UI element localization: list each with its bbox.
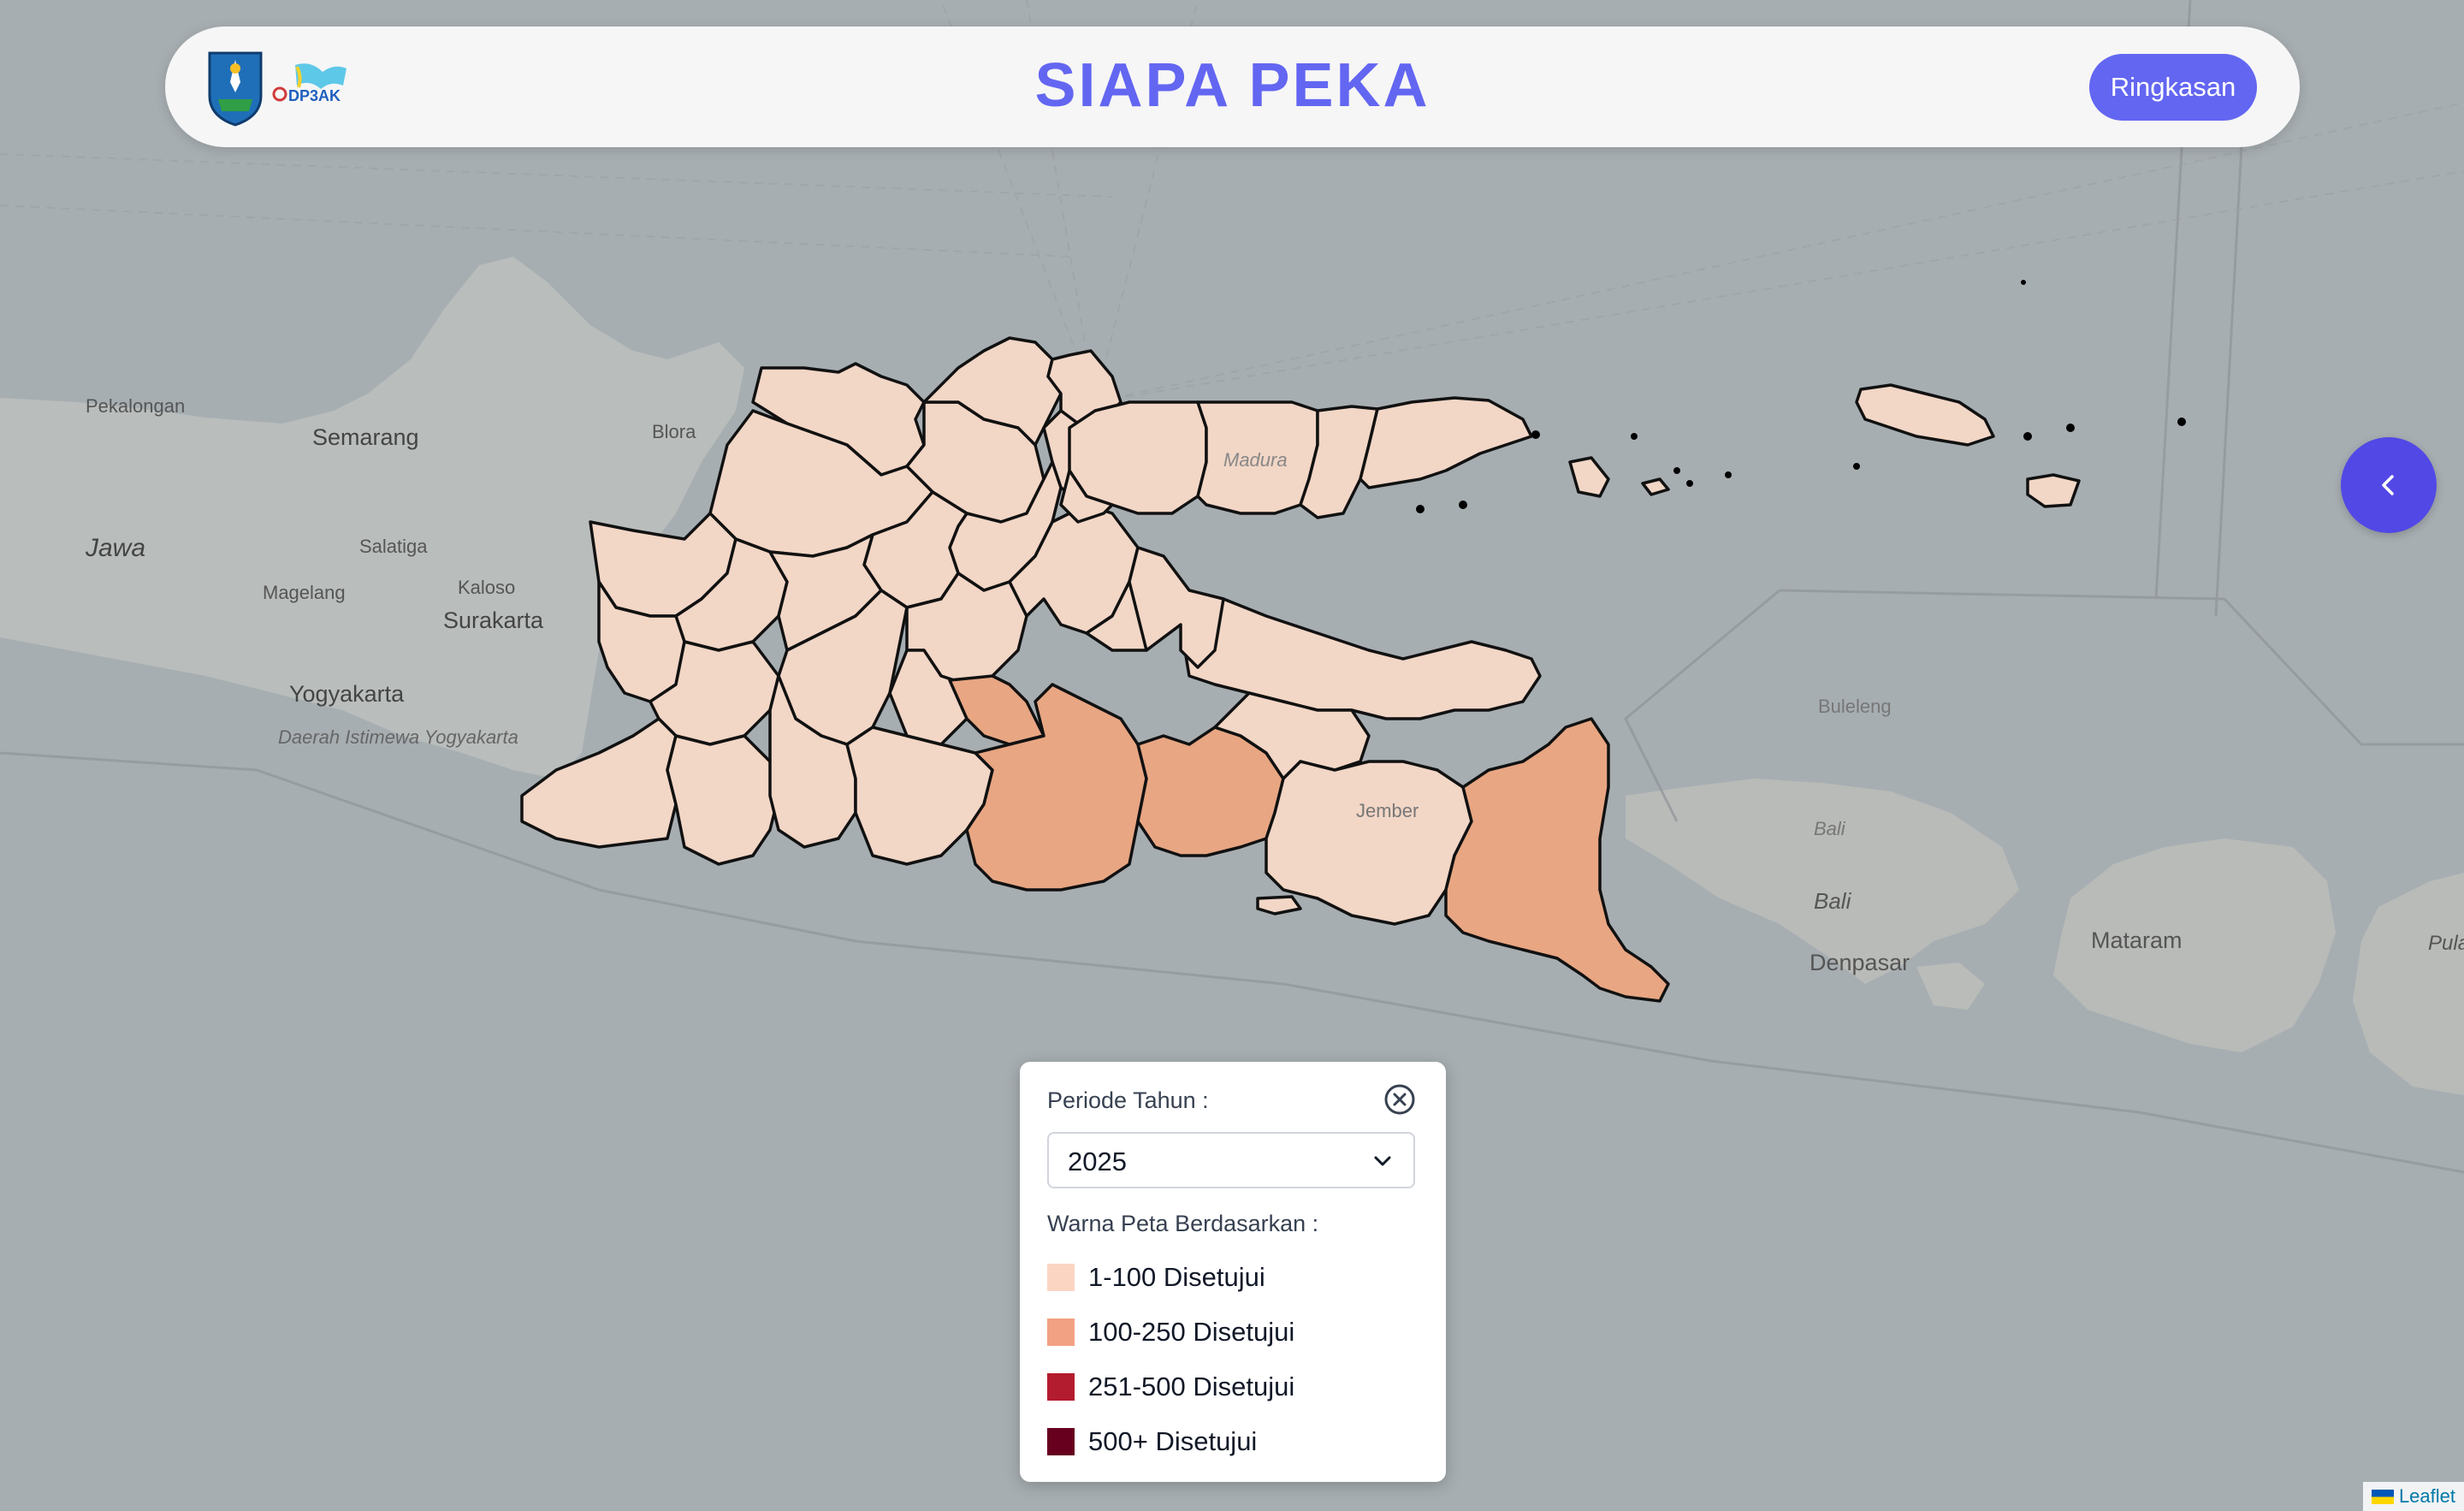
label-bali-italic: Bali bbox=[1814, 818, 1846, 839]
filter-legend-panel: Periode Tahun : 2025 Warna Peta Berdasar… bbox=[1020, 1062, 1446, 1482]
legend-item: 251-500 Disetujui bbox=[1047, 1370, 1294, 1404]
legend-swatch bbox=[1047, 1318, 1075, 1346]
close-icon[interactable] bbox=[1383, 1082, 1417, 1117]
label-yogyakarta: Yogyakarta bbox=[289, 681, 405, 707]
label-mataram: Mataram bbox=[2091, 927, 2183, 953]
label-semarang: Semarang bbox=[312, 424, 419, 450]
legend-swatch bbox=[1047, 1264, 1075, 1291]
legend-item: 100-250 Disetujui bbox=[1047, 1315, 1294, 1349]
legend-swatch bbox=[1047, 1428, 1075, 1455]
label-madura: Madura bbox=[1223, 449, 1288, 471]
label-pekalongan: Pekalongan bbox=[86, 395, 185, 417]
legend-swatch bbox=[1047, 1373, 1075, 1401]
label-bali: Bali bbox=[1814, 888, 1852, 914]
island-nusa-barung bbox=[1256, 895, 1302, 915]
legend-item: 1-100 Disetujui bbox=[1047, 1260, 1265, 1295]
map-attribution[interactable]: Leaflet bbox=[2362, 1482, 2464, 1511]
chevron-left-icon bbox=[2382, 475, 2394, 495]
legend-label: 100-250 Disetujui bbox=[1088, 1317, 1295, 1347]
label-denpasar: Denpasar bbox=[1810, 950, 1910, 975]
label-buleleng: Buleleng bbox=[1818, 696, 1892, 717]
label-blora: Blora bbox=[652, 421, 696, 442]
label-jember: Jember bbox=[1356, 800, 1419, 821]
summary-button[interactable]: Ringkasan bbox=[2089, 54, 2257, 121]
app-header: DP3AK SIAPA PEKA Ringkasan bbox=[165, 27, 2300, 147]
sidebar-toggle-button[interactable] bbox=[2341, 437, 2437, 533]
page-title: SIAPA PEKA bbox=[1034, 51, 1430, 120]
map-color-label: Warna Peta Berdasarkan : bbox=[1047, 1211, 1319, 1236]
label-salatiga: Salatiga bbox=[359, 536, 428, 557]
ukraine-flag-icon bbox=[2371, 1489, 2394, 1504]
label-pula: Pula bbox=[2428, 932, 2464, 955]
leaflet-link[interactable]: Leaflet bbox=[2399, 1485, 2455, 1508]
label-jawa: Jawa bbox=[85, 534, 145, 562]
label-kaloso: Kaloso bbox=[458, 577, 515, 598]
legend-label: 500+ Disetujui bbox=[1088, 1426, 1258, 1456]
period-label: Periode Tahun : bbox=[1047, 1087, 1209, 1113]
legend-label: 1-100 Disetujui bbox=[1088, 1262, 1265, 1292]
chevron-down-icon bbox=[1374, 1156, 1391, 1166]
legend-label: 251-500 Disetujui bbox=[1088, 1372, 1295, 1401]
label-surakarta: Surakarta bbox=[443, 607, 544, 633]
label-magelang: Magelang bbox=[263, 582, 346, 603]
legend-item: 500+ Disetujui bbox=[1047, 1425, 1257, 1459]
label-diy: Daerah Istimewa Yogyakarta bbox=[278, 726, 518, 748]
year-select[interactable]: 2025 bbox=[1047, 1132, 1415, 1188]
year-select-value: 2025 bbox=[1068, 1147, 1127, 1176]
